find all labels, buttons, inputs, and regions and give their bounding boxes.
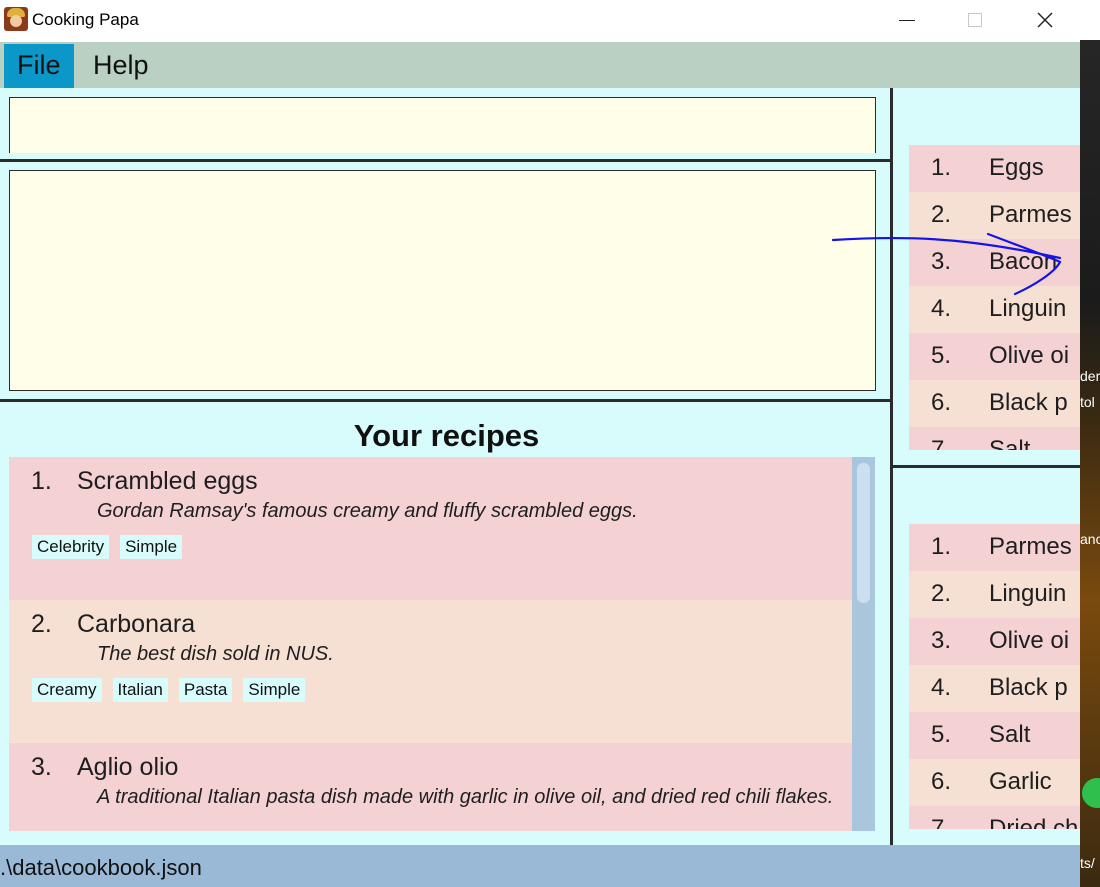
desktop-label: tol <box>1080 394 1095 410</box>
title-bar: Cooking Papa <box>0 0 1080 42</box>
ingredient-list-bottom[interactable]: 1. Parmes 2. Linguin 3. Olive oi 4. Blac… <box>909 524 1080 829</box>
ingredient-index: 3. <box>931 627 952 654</box>
ingredient-index: 6. <box>931 768 952 795</box>
ingredient-index: 7. <box>931 815 952 829</box>
ingredient-name: Dried ch <box>989 815 1079 829</box>
ingredient-index: 7. <box>931 436 952 450</box>
ingredient-row[interactable]: 2. Linguin <box>909 571 1080 618</box>
tag-chip: Celebrity <box>32 535 110 559</box>
recipe-description: Gordan Ramsay's famous creamy and fluffy… <box>97 500 638 522</box>
ingredient-name: Parmes <box>989 533 1072 560</box>
ingredient-name: Black p <box>989 674 1068 701</box>
ingredient-name: Salt <box>989 721 1031 748</box>
tag-list: Celebrity Simple <box>32 535 183 559</box>
ingredient-row[interactable]: 1. Parmes <box>909 524 1080 571</box>
menu-help[interactable]: Help <box>80 44 162 88</box>
tag-chip: Simple <box>243 678 306 702</box>
ingredient-row[interactable]: 6. Garlic <box>909 759 1080 806</box>
tag-chip: Pasta <box>178 678 233 702</box>
window-title: Cooking Papa <box>32 10 139 29</box>
desktop-label: ts/ <box>1080 855 1095 871</box>
ingredient-row[interactable]: 7. Dried ch <box>909 806 1080 829</box>
close-icon <box>1037 12 1053 28</box>
desktop-label: anc <box>1080 531 1100 547</box>
ingredient-index: 6. <box>931 389 952 416</box>
recipe-card[interactable]: 3. Aglio olio A traditional Italian past… <box>9 743 852 831</box>
ingredient-row[interactable]: 1. Eggs <box>909 145 1080 192</box>
recipe-name: Scrambled eggs <box>77 467 258 495</box>
ingredient-row[interactable]: 6. Black p <box>909 380 1080 427</box>
main-panel: Your recipes 1. Scrambled eggs Gordan Ra… <box>0 88 1080 845</box>
ingredient-row[interactable]: 7. Salt <box>909 427 1080 450</box>
ingredient-row[interactable]: 4. Linguin <box>909 286 1080 333</box>
menu-file[interactable]: File <box>4 44 74 88</box>
minimize-icon <box>899 19 915 21</box>
recipe-description: The best dish sold in NUS. <box>97 643 334 665</box>
recipe-index: 2. <box>31 610 52 638</box>
ingredient-row[interactable]: 5. Salt <box>909 712 1080 759</box>
scrollbar-thumb[interactable] <box>857 463 870 603</box>
recipe-index: 3. <box>31 753 52 781</box>
tag-chip: Italian <box>112 678 168 702</box>
recipe-name: Aglio olio <box>77 753 179 781</box>
tag-chip: Creamy <box>32 678 102 702</box>
desktop-label: der <box>1080 368 1100 384</box>
ingredient-list-top[interactable]: 1. Eggs 2. Parmes 3. Bacon 4. Linguin 5.… <box>909 145 1080 450</box>
maximize-button[interactable] <box>952 4 998 36</box>
ingredient-name: Garlic <box>989 768 1052 795</box>
ingredient-name: Linguin <box>989 580 1067 607</box>
ingredient-row[interactable]: 5. Olive oi <box>909 333 1080 380</box>
divider <box>0 159 890 162</box>
ingredient-index: 1. <box>931 533 952 560</box>
recipe-index: 1. <box>31 467 52 495</box>
chef-avatar-icon <box>4 7 28 31</box>
ingredient-index: 1. <box>931 154 952 181</box>
recipes-heading: Your recipes <box>353 418 540 453</box>
ingredient-name: Parmes <box>989 201 1072 228</box>
ingredient-name: Olive oi <box>989 342 1070 369</box>
ingredient-row[interactable]: 2. Parmes <box>909 192 1080 239</box>
recipe-name: Carbonara <box>77 610 196 638</box>
command-input[interactable] <box>9 97 876 153</box>
ingredient-row[interactable]: 3. Bacon <box>909 239 1080 286</box>
ingredient-index: 2. <box>931 201 952 228</box>
whatsapp-icon[interactable] <box>1082 778 1100 808</box>
ingredient-row[interactable]: 4. Black p <box>909 665 1080 712</box>
ingredient-name: Bacon <box>989 248 1058 275</box>
recipe-card[interactable]: 2. Carbonara The best dish sold in NUS. … <box>9 600 852 743</box>
ingredient-index: 2. <box>931 580 952 607</box>
tag-chip: Simple <box>120 535 183 559</box>
menu-bar: File Help <box>0 42 1080 88</box>
ingredient-index: 4. <box>931 674 952 701</box>
ingredient-name: Eggs <box>989 154 1044 181</box>
tag-list: Creamy Italian Pasta Simple <box>32 678 306 702</box>
ingredient-index: 4. <box>931 295 952 322</box>
divider <box>893 465 1080 468</box>
ingredient-name: Black p <box>989 389 1068 416</box>
minimize-button[interactable] <box>884 4 930 36</box>
storage-path: .\data\cookbook.json <box>0 855 202 880</box>
recipe-card[interactable]: 1. Scrambled eggs Gordan Ramsay's famous… <box>9 457 852 600</box>
ingredient-row[interactable]: 3. Olive oi <box>909 618 1080 665</box>
recipe-description: A traditional Italian pasta dish made wi… <box>97 786 834 808</box>
recipe-list[interactable]: 1. Scrambled eggs Gordan Ramsay's famous… <box>9 457 875 831</box>
maximize-icon <box>968 13 982 27</box>
ingredient-name: Olive oi <box>989 627 1070 654</box>
ingredient-index: 3. <box>931 248 952 275</box>
ingredient-name: Salt <box>989 436 1031 450</box>
divider <box>0 399 890 402</box>
ingredient-index: 5. <box>931 721 952 748</box>
status-bar: .\data\cookbook.json <box>0 845 1080 887</box>
desktop-background: der tol anc ts/ <box>1080 0 1100 887</box>
result-display[interactable] <box>9 170 876 391</box>
close-button[interactable] <box>1022 4 1068 36</box>
recipe-scrollbar[interactable] <box>852 457 875 831</box>
ingredient-index: 5. <box>931 342 952 369</box>
ingredient-name: Linguin <box>989 295 1067 322</box>
